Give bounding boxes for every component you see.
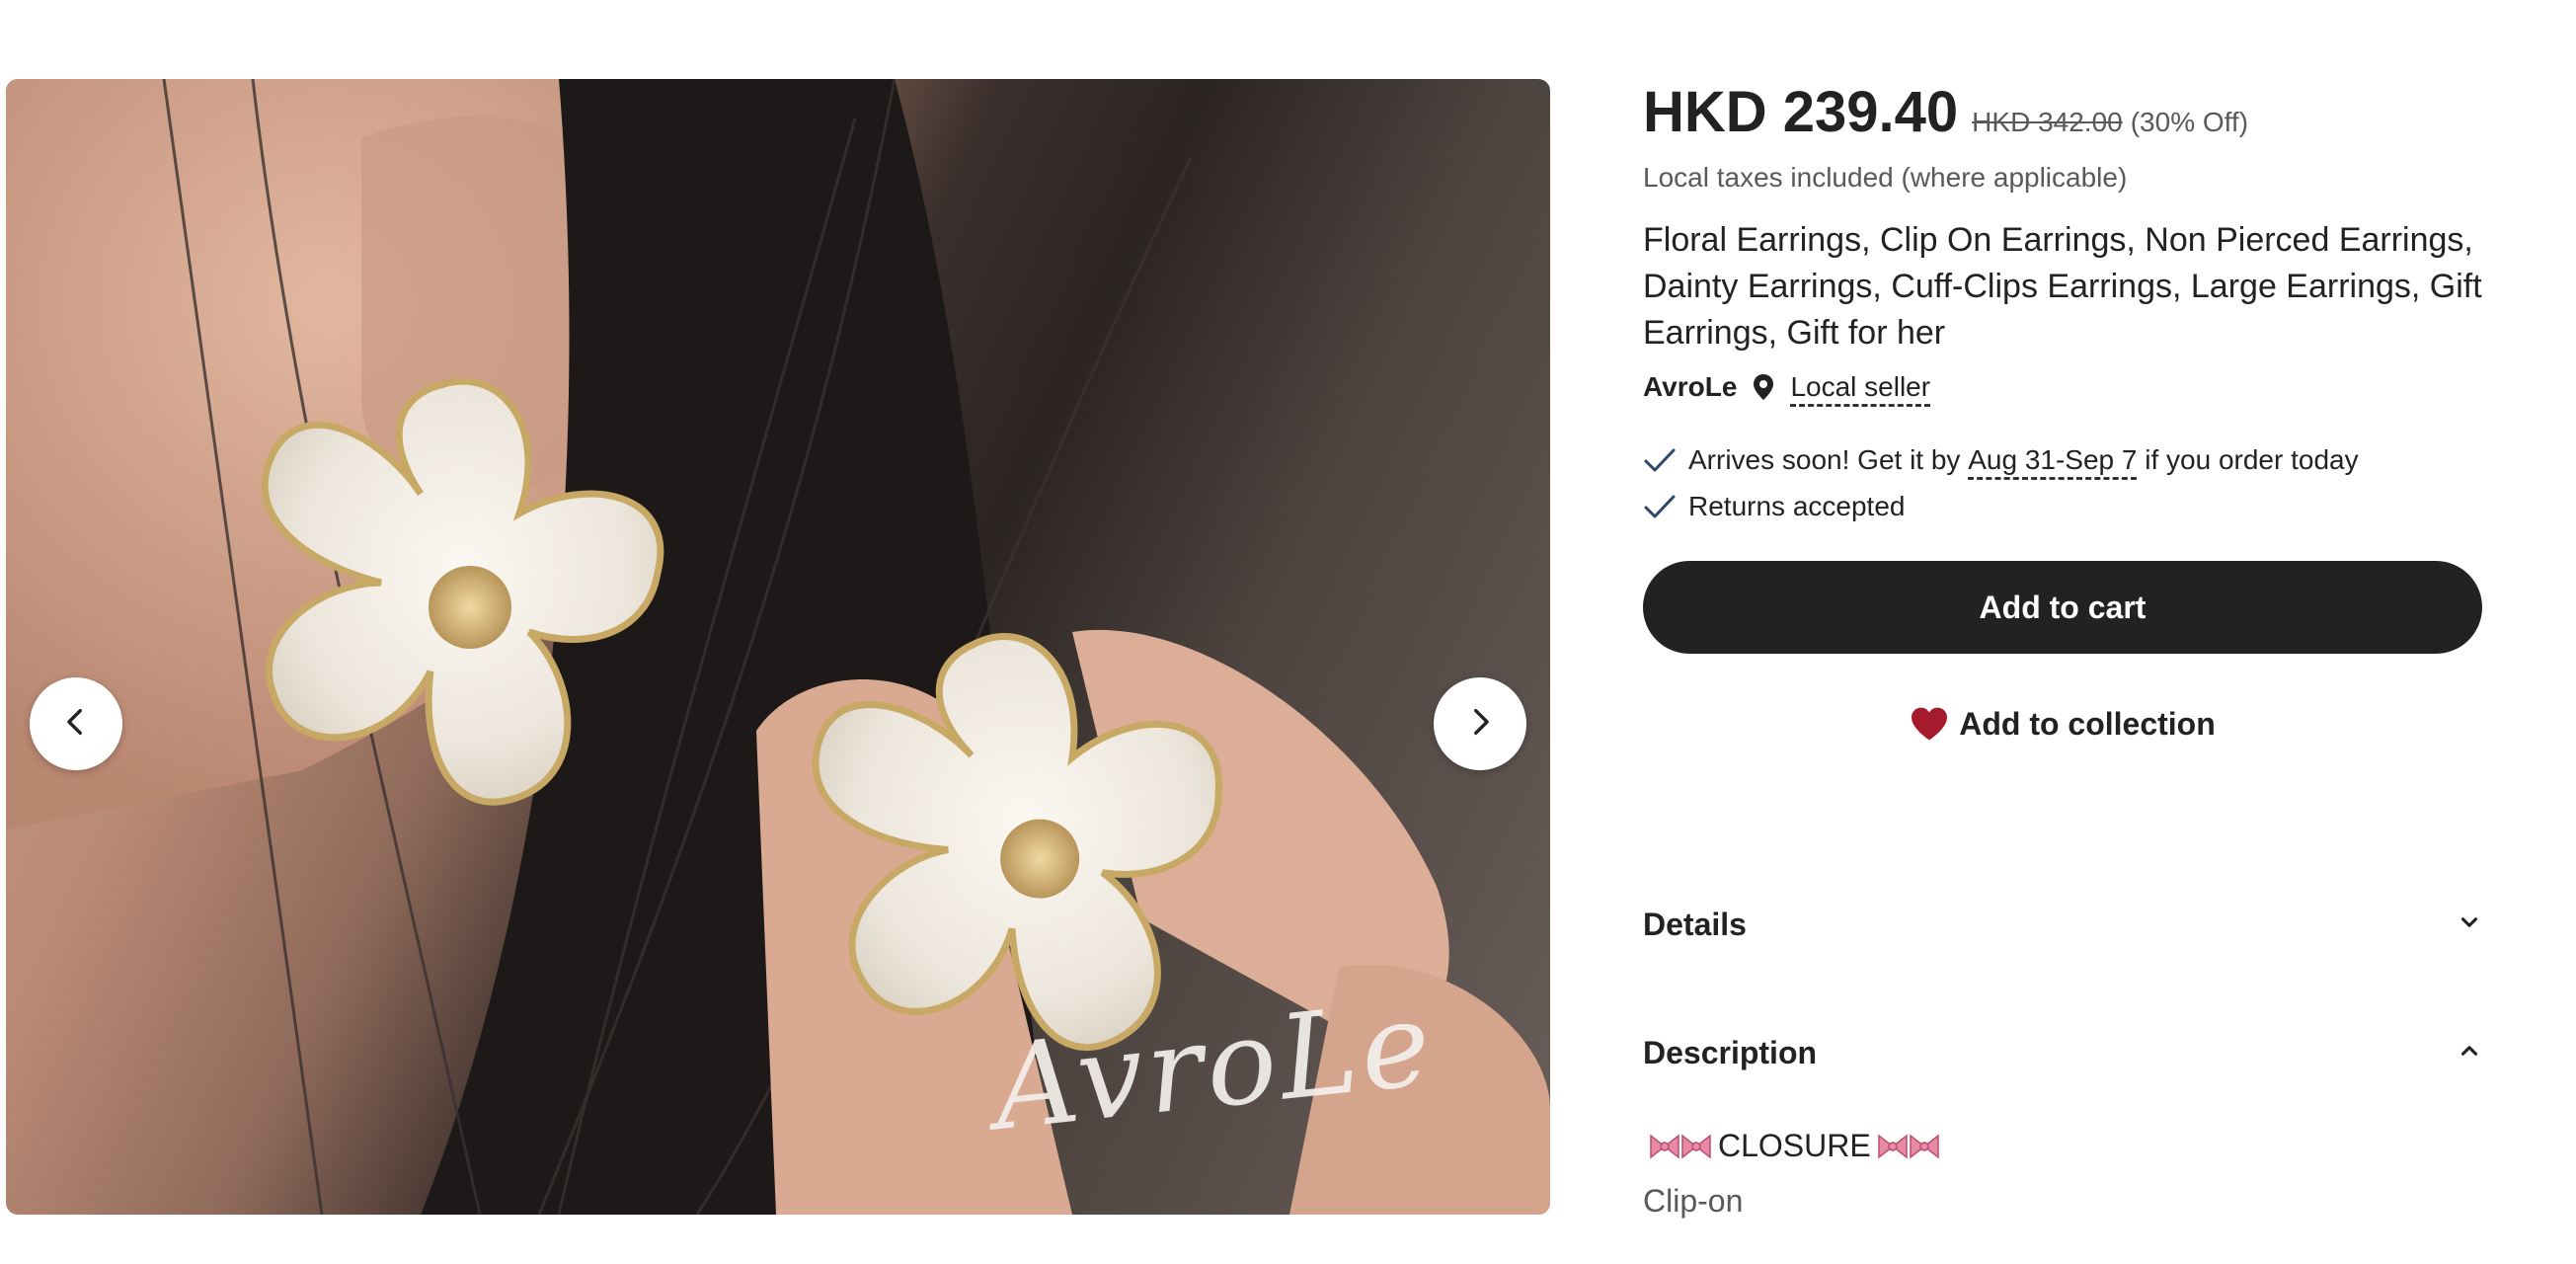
heart-icon bbox=[1910, 706, 1949, 742]
description-heading: Description bbox=[1643, 1034, 1818, 1070]
arrival-estimate: Arrives soon! Get it by Aug 31-Sep 7 if … bbox=[1643, 444, 2359, 476]
ribbon-bow-icon bbox=[1877, 1132, 1940, 1161]
returns-info: Returns accepted bbox=[1643, 491, 1905, 522]
returns-label: Returns accepted bbox=[1688, 491, 1906, 521]
arrival-prefix: Arrives soon! Get it by bbox=[1688, 444, 1961, 475]
check-icon bbox=[1643, 446, 1677, 474]
arrival-dates-link[interactable]: Aug 31-Sep 7 bbox=[1968, 444, 2137, 476]
description-accordion-toggle[interactable]: Description bbox=[1643, 1029, 2482, 1076]
closure-heading-row: CLOSURE bbox=[1643, 1128, 1946, 1164]
arrival-suffix: if you order today bbox=[2145, 444, 2359, 475]
location-pin-icon bbox=[1753, 373, 1774, 401]
chevron-up-icon bbox=[2457, 1038, 2482, 1068]
add-to-collection-label: Add to collection bbox=[1959, 705, 2216, 742]
product-title: Floral Earrings, Clip On Earrings, Non P… bbox=[1643, 221, 2482, 352]
add-to-cart-label: Add to cart bbox=[1979, 589, 2147, 625]
ribbon-bow-icon bbox=[1649, 1132, 1712, 1161]
check-icon bbox=[1643, 493, 1677, 520]
discount-label: (30% Off) bbox=[2130, 107, 2249, 137]
previous-image-button[interactable] bbox=[30, 677, 122, 770]
details-heading: Details bbox=[1643, 906, 1747, 942]
next-image-button[interactable] bbox=[1434, 677, 1526, 770]
chevron-right-icon bbox=[1463, 705, 1497, 744]
seller-row: AvroLe Local seller bbox=[1643, 371, 1930, 403]
chevron-left-icon bbox=[59, 705, 93, 744]
original-price: HKD 342.00 bbox=[1972, 107, 2123, 137]
closure-value: Clip-on bbox=[1643, 1183, 1744, 1219]
price-row: HKD 239.40 HKD 342.00 (30% Off) bbox=[1643, 79, 2248, 145]
closure-heading: CLOSURE bbox=[1718, 1128, 1871, 1163]
chevron-down-icon bbox=[2457, 909, 2482, 940]
sale-price: HKD 239.40 bbox=[1643, 80, 1959, 144]
local-seller-link[interactable]: Local seller bbox=[1790, 371, 1930, 403]
add-to-cart-button[interactable]: Add to cart bbox=[1643, 561, 2482, 654]
add-to-collection-button[interactable]: Add to collection bbox=[1643, 691, 2482, 756]
tax-note: Local taxes included (where applicable) bbox=[1643, 162, 2128, 193]
product-image-gallery: AvroLe bbox=[6, 79, 1550, 1215]
seller-name-link[interactable]: AvroLe bbox=[1643, 371, 1737, 403]
details-accordion-toggle[interactable]: Details bbox=[1643, 901, 2482, 948]
